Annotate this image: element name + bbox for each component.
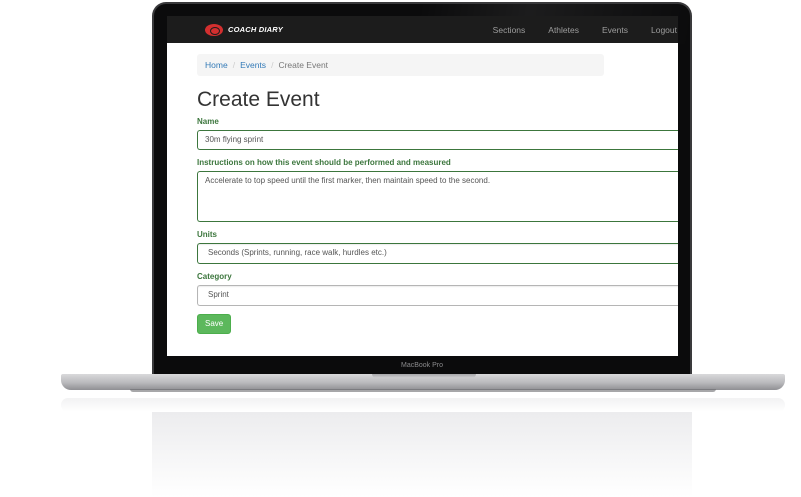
name-label: Name bbox=[197, 117, 219, 126]
laptop-foot bbox=[130, 389, 716, 392]
category-label: Category bbox=[197, 272, 232, 281]
laptop-mockup: COACH DIARY Sections Athletes Events Log… bbox=[0, 0, 801, 497]
nav-athletes[interactable]: Athletes bbox=[535, 25, 589, 35]
name-input[interactable]: 30m flying sprint bbox=[197, 130, 678, 150]
browser-screen: COACH DIARY Sections Athletes Events Log… bbox=[167, 16, 678, 356]
units-select[interactable]: Seconds (Sprints, running, race walk, hu… bbox=[197, 243, 678, 264]
nav-logout[interactable]: Logout bbox=[638, 25, 678, 35]
instructions-label: Instructions on how this event should be… bbox=[197, 158, 451, 167]
category-select[interactable]: Sprint bbox=[197, 285, 678, 306]
page-title: Create Event bbox=[197, 88, 320, 111]
brand-logo[interactable]: COACH DIARY bbox=[205, 23, 283, 36]
nav-sections[interactable]: Sections bbox=[480, 25, 536, 35]
nav-events[interactable]: Events bbox=[589, 25, 638, 35]
instructions-textarea[interactable]: Accelerate to top speed until the first … bbox=[197, 171, 678, 222]
breadcrumb-separator: / bbox=[271, 60, 274, 70]
breadcrumb-current: Create Event bbox=[278, 60, 329, 70]
main-content: Home / Events / Create Event Create Even… bbox=[197, 54, 678, 334]
breadcrumb-separator: / bbox=[232, 60, 236, 70]
laptop-notch bbox=[372, 374, 476, 378]
laptop-reflection-lid bbox=[152, 412, 692, 497]
units-label: Units bbox=[197, 230, 217, 239]
laptop-reflection-base bbox=[61, 398, 785, 412]
brand-mark-icon bbox=[205, 23, 223, 36]
breadcrumb-events[interactable]: Events bbox=[240, 60, 266, 70]
nav-menu: Sections Athletes Events Logout bbox=[480, 25, 678, 35]
breadcrumb-home[interactable]: Home bbox=[205, 60, 228, 70]
breadcrumb: Home / Events / Create Event bbox=[197, 54, 604, 76]
device-label: MacBook Pro bbox=[400, 362, 444, 369]
brand-name: COACH DIARY bbox=[228, 25, 283, 34]
save-button[interactable]: Save bbox=[197, 314, 232, 334]
top-navbar: COACH DIARY Sections Athletes Events Log… bbox=[167, 16, 678, 43]
